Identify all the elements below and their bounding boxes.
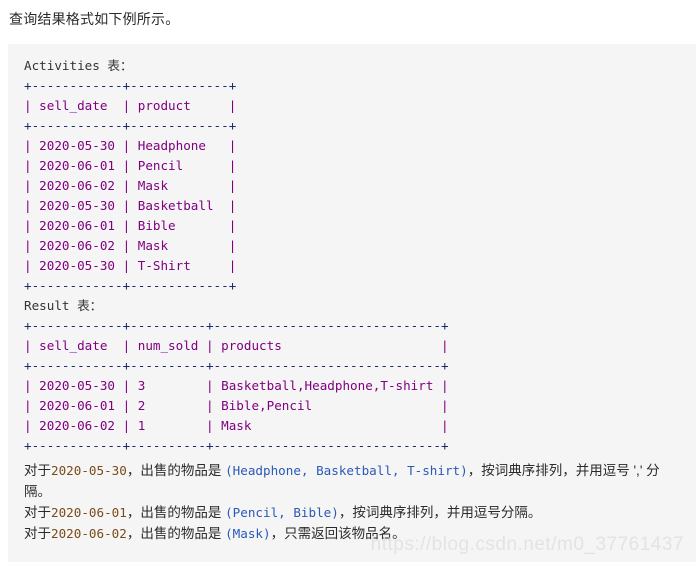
explanation-items: (Pencil, Bible) xyxy=(225,505,339,520)
example-code-block: Activities 表： +------------+------------… xyxy=(8,44,696,562)
explanation-prefix: 对于 xyxy=(24,526,51,541)
explanation-line: 对于2020-06-02，出售的物品是 (Mask)，只需返回该物品名。 xyxy=(24,523,682,544)
explanation-prefix: 对于 xyxy=(24,463,51,478)
table-row: | 2020-05-30 | T-Shirt | xyxy=(24,258,237,273)
activities-sep-mid: +------------+-------------+ xyxy=(24,118,237,133)
explanation-mid: ，出售的物品是 xyxy=(126,463,226,478)
explanation-items: (Mask) xyxy=(225,526,271,541)
table-row: | 2020-06-02 | 1 | Mask | xyxy=(24,418,449,433)
explanation-line: 对于2020-06-01，出售的物品是 (Pencil, Bible)，按词典序… xyxy=(24,502,682,523)
explanation-date: 2020-06-02 xyxy=(51,526,127,541)
result-table-block: Result 表： +------------+----------+-----… xyxy=(24,296,696,456)
table-row: | 2020-06-02 | Mask | xyxy=(24,178,237,193)
explanation-list: 对于2020-05-30，出售的物品是 (Headphone, Basketba… xyxy=(24,460,696,544)
table-row: | 2020-05-30 | 3 | Basketball,Headphone,… xyxy=(24,378,449,393)
explanation-date: 2020-06-01 xyxy=(51,505,127,520)
activities-table-title: Activities 表： xyxy=(24,58,133,73)
intro-label: 查询结果格式如下例所示。 xyxy=(9,11,180,27)
activities-header-row: | sell_date | product | xyxy=(24,98,237,113)
explanation-date: 2020-05-30 xyxy=(51,463,127,478)
result-header-row: | sell_date | num_sold | products | xyxy=(24,338,449,353)
table-row: | 2020-05-30 | Basketball | xyxy=(24,198,237,213)
explanation-mid: ，出售的物品是 xyxy=(126,505,226,520)
explanation-items: (Headphone, Basketball, T-shirt) xyxy=(225,463,468,478)
activities-sep-top: +------------+-------------+ xyxy=(24,78,237,93)
activities-sep-bottom: +------------+-------------+ xyxy=(24,278,237,293)
table-row: | 2020-06-01 | 2 | Bible,Pencil | xyxy=(24,398,449,413)
table-row: | 2020-06-01 | Pencil | xyxy=(24,158,237,173)
result-sep-top: +------------+----------+---------------… xyxy=(24,318,449,333)
explanation-mid: ，出售的物品是 xyxy=(126,526,226,541)
explanation-line: 对于2020-05-30，出售的物品是 (Headphone, Basketba… xyxy=(24,460,682,502)
table-row: | 2020-06-02 | Mask | xyxy=(24,238,237,253)
activities-table-block: Activities 表： +------------+------------… xyxy=(24,56,696,296)
table-row: | 2020-05-30 | Headphone | xyxy=(24,138,237,153)
explanation-prefix: 对于 xyxy=(24,505,51,520)
result-sep-mid: +------------+----------+---------------… xyxy=(24,358,449,373)
result-sep-bottom: +------------+----------+---------------… xyxy=(24,438,449,453)
page-intro-text: 查询结果格式如下例所示。 xyxy=(0,0,696,29)
result-table-title: Result 表： xyxy=(24,298,103,313)
table-row: | 2020-06-01 | Bible | xyxy=(24,218,237,233)
explanation-suffix: ，只需返回该物品名。 xyxy=(270,526,406,541)
explanation-suffix: ，按词典序排列，并用逗号分隔。 xyxy=(338,505,542,520)
